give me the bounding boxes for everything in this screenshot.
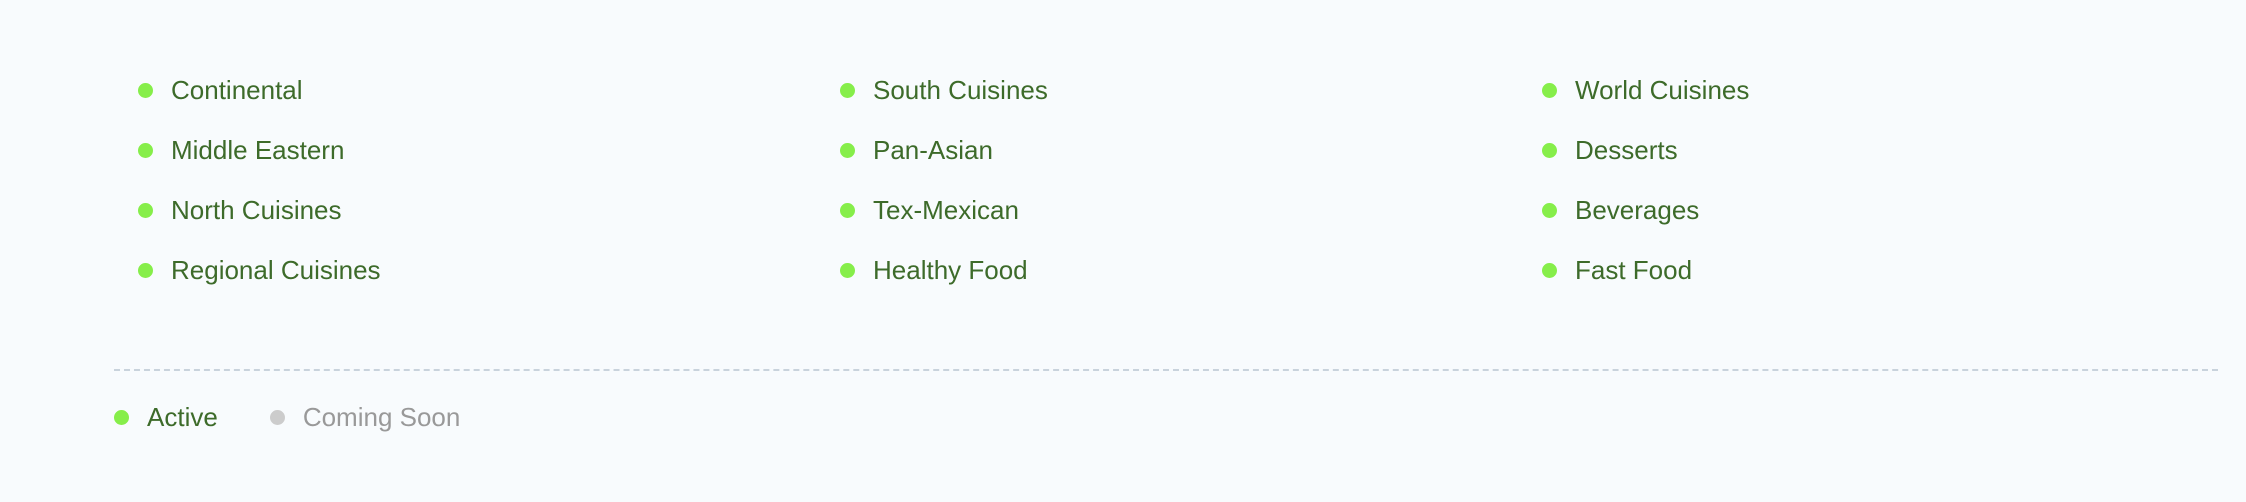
coming-soon-dot-icon bbox=[269, 409, 285, 425]
cuisine-item-middle-eastern[interactable]: Middle Eastern bbox=[138, 135, 840, 165]
status-dot-icon bbox=[840, 82, 855, 98]
cuisine-item-beverages[interactable]: Beverages bbox=[1542, 195, 2138, 225]
status-dot-icon bbox=[138, 82, 153, 98]
status-dot-icon bbox=[138, 142, 153, 158]
cuisine-item-healthy-food[interactable]: Healthy Food bbox=[840, 255, 1542, 285]
status-dot-icon bbox=[138, 202, 153, 218]
status-legend: Active Coming Soon bbox=[114, 402, 460, 432]
cuisine-label: North Cuisines bbox=[171, 194, 342, 225]
status-dot-icon bbox=[840, 262, 855, 278]
cuisine-label: South Cuisines bbox=[873, 74, 1048, 105]
cuisine-item-north-cuisines[interactable]: North Cuisines bbox=[138, 195, 840, 225]
legend-active: Active bbox=[114, 402, 218, 432]
cuisine-item-world-cuisines[interactable]: World Cuisines bbox=[1542, 75, 2138, 105]
cuisine-label: Beverages bbox=[1575, 194, 1700, 225]
cuisine-item-south-cuisines[interactable]: South Cuisines bbox=[840, 75, 1542, 105]
cuisine-label: World Cuisines bbox=[1575, 74, 1750, 105]
cuisine-item-regional-cuisines[interactable]: Regional Cuisines bbox=[138, 255, 840, 285]
status-dot-icon bbox=[840, 142, 855, 158]
cuisine-list: Continental South Cuisines World Cuisine… bbox=[138, 75, 2138, 285]
cuisine-item-pan-asian[interactable]: Pan-Asian bbox=[840, 135, 1542, 165]
cuisine-label: Desserts bbox=[1575, 134, 1678, 165]
cuisine-item-fast-food[interactable]: Fast Food bbox=[1542, 255, 2138, 285]
cuisine-label: Healthy Food bbox=[873, 254, 1028, 285]
cuisine-label: Pan-Asian bbox=[873, 134, 993, 165]
status-dot-icon bbox=[840, 202, 855, 218]
active-dot-icon bbox=[114, 409, 129, 425]
cuisine-label: Regional Cuisines bbox=[171, 254, 381, 285]
cuisine-label: Middle Eastern bbox=[171, 134, 345, 165]
cuisine-label: Tex-Mexican bbox=[873, 194, 1019, 225]
cuisine-item-desserts[interactable]: Desserts bbox=[1542, 135, 2138, 165]
status-dot-icon bbox=[1542, 82, 1557, 98]
cuisine-item-tex-mexican[interactable]: Tex-Mexican bbox=[840, 195, 1542, 225]
status-dot-icon bbox=[1542, 142, 1557, 158]
legend-active-label: Active bbox=[147, 401, 218, 432]
legend-coming-soon: Coming Soon bbox=[269, 401, 461, 432]
cuisine-label: Continental bbox=[171, 74, 303, 105]
status-dot-icon bbox=[138, 262, 153, 278]
cuisine-label: Fast Food bbox=[1575, 254, 1693, 285]
legend-divider bbox=[114, 369, 2218, 371]
status-dot-icon bbox=[1542, 262, 1557, 278]
cuisine-item-continental[interactable]: Continental bbox=[138, 75, 840, 105]
legend-coming-soon-label: Coming Soon bbox=[302, 401, 461, 432]
status-dot-icon bbox=[1542, 202, 1557, 218]
